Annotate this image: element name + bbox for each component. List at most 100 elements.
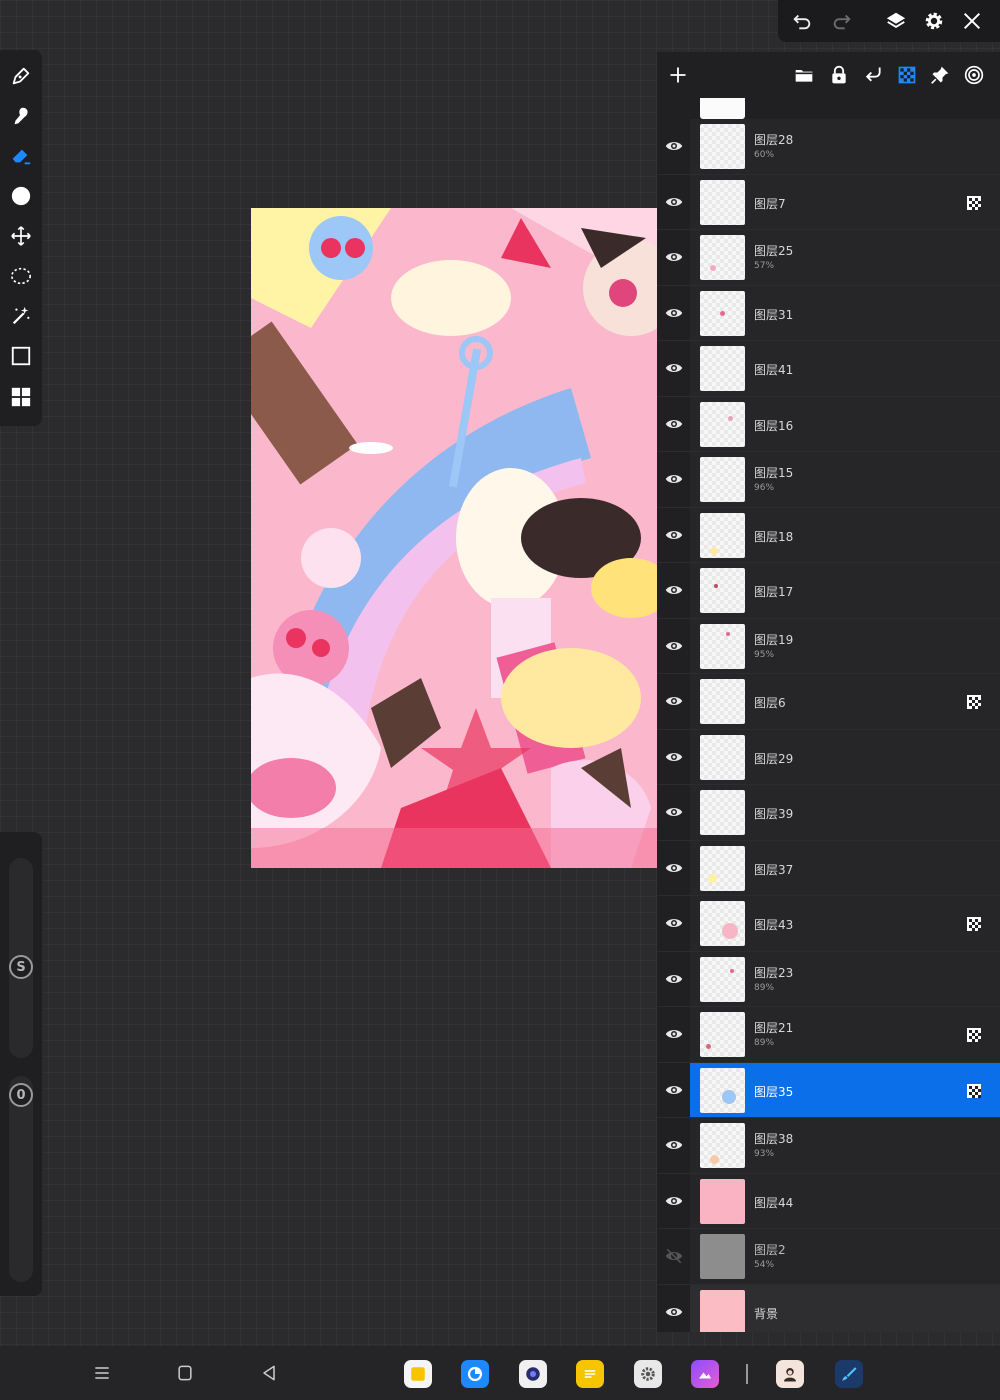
color-swatch-button[interactable] xyxy=(7,182,35,210)
layer-visibility-toggle[interactable] xyxy=(663,857,685,879)
magic-wand-button[interactable] xyxy=(7,302,35,330)
layer-item[interactable]: 图层41 xyxy=(690,341,1000,396)
layer-visibility-toggle[interactable] xyxy=(663,690,685,712)
layer-item[interactable]: 图层43 xyxy=(690,896,1000,951)
layer-row[interactable]: 图层39 xyxy=(657,785,1000,841)
layer-visibility-toggle[interactable] xyxy=(663,1023,685,1045)
eraser-tool-button[interactable] xyxy=(7,142,35,170)
layer-visibility-toggle[interactable] xyxy=(663,1079,685,1101)
layer-item[interactable]: 图层21 89% xyxy=(690,1007,1000,1062)
layer-row[interactable]: 图层16 xyxy=(657,396,1000,452)
close-button[interactable] xyxy=(960,9,984,33)
layer-row[interactable]: 图层15 96% xyxy=(657,452,1000,508)
layer-row[interactable]: 图层18 xyxy=(657,507,1000,563)
layer-visibility-toggle[interactable] xyxy=(663,1245,685,1267)
layer-item[interactable]: 图层15 96% xyxy=(690,452,1000,507)
layer-visibility-toggle[interactable] xyxy=(663,468,685,490)
back-button[interactable] xyxy=(258,1362,280,1384)
menu-button[interactable] xyxy=(91,1362,113,1384)
layer-row[interactable]: 图层28 60% xyxy=(657,119,1000,175)
layer-item[interactable]: 图层2 54% xyxy=(690,1229,1000,1284)
add-layer-button[interactable] xyxy=(667,64,689,86)
layer-list[interactable]: 图层28 60% 图层7 图层25 57% 图层31 图层41 图层16 图层15 96% 图层18… xyxy=(657,98,1000,1332)
rectangle-select-button[interactable] xyxy=(7,342,35,370)
layer-row[interactable]: 图层44 xyxy=(657,1173,1000,1229)
home-button[interactable] xyxy=(174,1362,196,1384)
gallery-app-button[interactable] xyxy=(691,1360,719,1388)
canvas-artwork[interactable] xyxy=(251,208,657,868)
layer-row[interactable]: 图层2 54% xyxy=(657,1229,1000,1285)
avatar-app-button[interactable] xyxy=(776,1360,804,1388)
layer-visibility-toggle[interactable] xyxy=(663,357,685,379)
notes-app-button[interactable] xyxy=(404,1360,432,1388)
layer-item[interactable]: 图层44 xyxy=(690,1173,1000,1228)
layer-item[interactable]: 图层17 xyxy=(690,563,1000,618)
move-tool-button[interactable] xyxy=(7,222,35,250)
layer-item[interactable]: 图层7 xyxy=(690,174,1000,229)
layer-item[interactable]: 图层28 60% xyxy=(690,119,1000,174)
layer-visibility-toggle[interactable] xyxy=(663,524,685,546)
layer-row[interactable]: 图层38 93% xyxy=(657,1118,1000,1174)
layer-row[interactable]: 图层41 xyxy=(657,341,1000,397)
layer-row[interactable]: 背景 xyxy=(657,1284,1000,1332)
reference-layer-button[interactable] xyxy=(963,64,985,86)
layer-visibility-toggle[interactable] xyxy=(663,968,685,990)
layer-row[interactable]: 图层23 89% xyxy=(657,951,1000,1007)
new-folder-button[interactable] xyxy=(793,64,815,86)
lasso-tool-button[interactable] xyxy=(7,262,35,290)
layer-row[interactable]: 图层6 xyxy=(657,674,1000,730)
layer-row[interactable]: 图层7 xyxy=(657,174,1000,230)
layer-visibility-toggle[interactable] xyxy=(663,191,685,213)
settings-app-button[interactable] xyxy=(634,1360,662,1388)
layer-visibility-toggle[interactable] xyxy=(663,635,685,657)
settings-button[interactable] xyxy=(922,9,946,33)
smudge-tool-button[interactable] xyxy=(7,102,35,130)
clipping-mask-button[interactable] xyxy=(896,64,918,86)
layer-item[interactable]: 图层6 xyxy=(690,674,1000,729)
layer-row[interactable]: 图层37 xyxy=(657,840,1000,896)
layer-row[interactable]: 图层21 89% xyxy=(657,1007,1000,1063)
layer-visibility-toggle[interactable] xyxy=(663,246,685,268)
memo-app-button[interactable] xyxy=(576,1360,604,1388)
layer-visibility-toggle[interactable] xyxy=(663,413,685,435)
layer-visibility-toggle[interactable] xyxy=(663,912,685,934)
browser-app-button[interactable] xyxy=(461,1360,489,1388)
layer-item[interactable]: 图层37 xyxy=(690,840,1000,895)
layer-row[interactable]: 图层29 xyxy=(657,729,1000,785)
layer-item[interactable]: 图层18 xyxy=(690,507,1000,562)
layer-row[interactable]: 图层35 xyxy=(657,1062,1000,1118)
layer-visibility-toggle[interactable] xyxy=(663,302,685,324)
layer-item[interactable]: 图层19 95% xyxy=(690,618,1000,673)
layer-visibility-toggle[interactable] xyxy=(663,1301,685,1323)
lock-layer-button[interactable] xyxy=(828,64,850,86)
layer-item[interactable]: 图层29 xyxy=(690,729,1000,784)
layer-visibility-toggle[interactable] xyxy=(663,579,685,601)
layers-button[interactable] xyxy=(884,9,908,33)
layer-item[interactable]: 图层31 xyxy=(690,285,1000,340)
redo-button[interactable] xyxy=(830,9,854,33)
layer-visibility-toggle[interactable] xyxy=(663,1134,685,1156)
merge-down-button[interactable] xyxy=(862,64,884,86)
layer-row[interactable]: 图层43 xyxy=(657,896,1000,952)
layer-item[interactable]: 图层39 xyxy=(690,785,1000,840)
layer-row[interactable]: 图层25 57% xyxy=(657,230,1000,286)
layer-visibility-toggle[interactable] xyxy=(663,746,685,768)
camera-app-button[interactable] xyxy=(519,1360,547,1388)
undo-button[interactable] xyxy=(790,9,814,33)
layer-item[interactable]: 背景 xyxy=(690,1284,1000,1332)
pen-tool-button[interactable] xyxy=(7,62,35,90)
layer-visibility-toggle[interactable] xyxy=(663,801,685,823)
paint-app-button[interactable] xyxy=(835,1360,863,1388)
layer-row[interactable]: 图层31 xyxy=(657,285,1000,341)
pin-layer-button[interactable] xyxy=(929,64,951,86)
layer-item[interactable]: 图层35 xyxy=(690,1062,1000,1117)
layer-item[interactable]: 图层25 57% xyxy=(690,230,1000,285)
layer-item[interactable]: 图层16 xyxy=(690,396,1000,451)
layer-visibility-toggle[interactable] xyxy=(663,135,685,157)
layer-item[interactable]: 图层23 89% xyxy=(690,951,1000,1006)
layer-item[interactable]: 图层38 93% xyxy=(690,1118,1000,1173)
layer-visibility-toggle[interactable] xyxy=(663,1190,685,1212)
layer-row[interactable]: 图层17 xyxy=(657,563,1000,619)
layer-row[interactable]: 图层19 95% xyxy=(657,618,1000,674)
gallery-button[interactable] xyxy=(7,383,35,411)
